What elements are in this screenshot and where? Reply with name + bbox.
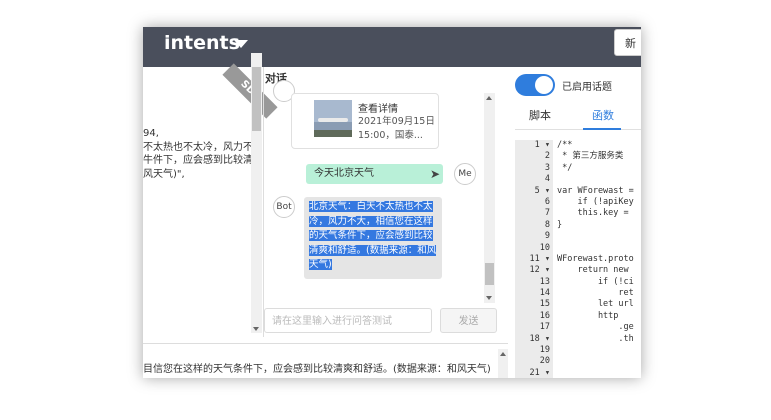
code-line: if (!ci (557, 276, 634, 287)
line-number: 12 ▾ (529, 265, 550, 276)
line-number: 19 (539, 345, 550, 356)
card-line: 15:00，国泰... (358, 130, 423, 141)
line-number: 2 (544, 151, 550, 162)
bot-message: 北京天气：白天不太热也不太冷，风力不大，相信您在这样的天气条件下，应会感到比较清… (304, 197, 442, 279)
card-line: 2021年09月15日 (358, 116, 435, 127)
line-number: 15 (539, 299, 550, 310)
code-line: } (557, 219, 563, 230)
tab-script[interactable]: 脚本 (529, 107, 551, 123)
code-line: this.key = (557, 208, 629, 219)
scroll-up-icon[interactable] (500, 352, 506, 356)
line-number-gutter: 1 ▾ 2 3 4 5 ▾ 6 7 8 9 10 11 ▾ 12 ▾ 13 14 15 16 17 18 ▾ 19 2… (515, 140, 553, 378)
code-line: http (557, 310, 619, 321)
left-line: 94, (143, 128, 159, 139)
line-number: 20 (539, 356, 550, 367)
code-line: let url (557, 299, 634, 310)
user-message: 今天北京天气 (306, 164, 443, 184)
result-card[interactable]: 查看详情 2021年09月15日 15:00，国泰... (291, 93, 439, 149)
send-arrow-icon: ➤ (430, 167, 441, 181)
line-number: 18 ▾ (529, 333, 550, 344)
bottom-scrollbar[interactable] (498, 349, 508, 378)
code-line: WForewast.proto (557, 253, 634, 264)
line-number: 11 ▾ (529, 253, 550, 264)
scroll-down-icon[interactable] (253, 327, 259, 331)
bot-avatar: Bot (273, 196, 295, 218)
line-number: 13 (539, 276, 550, 287)
line-number: 17 (539, 322, 550, 333)
line-number: 6 (544, 196, 550, 207)
line-number: 14 (539, 288, 550, 299)
scrollbar-thumb[interactable] (252, 67, 261, 131)
line-number: 9 (544, 231, 550, 242)
active-tab-indicator (583, 128, 621, 130)
code-line: var WForewast = (557, 185, 634, 196)
left-scrollbar[interactable] (251, 53, 262, 333)
line-number: 21 ▾ (529, 367, 550, 378)
bottom-text: 目信您在这样的天气条件下，应会感到比较清爽和舒适。(数据来源：和风天气) (143, 364, 491, 375)
tab-function[interactable]: 函数 (592, 107, 614, 123)
code-line: * 第三方服务类 (557, 151, 624, 162)
code-editor[interactable]: 1 ▾ 2 3 4 5 ▾ 6 7 8 9 10 11 ▾ 12 ▾ 13 14 15 16 17 18 ▾ 19 2… (515, 140, 641, 378)
left-line: 风天气)", (143, 168, 185, 180)
airplane-icon (318, 118, 348, 122)
send-button[interactable]: 发送 (440, 308, 497, 333)
left-line: 不太热也不太冷，风力不 (143, 141, 253, 153)
card-description: 2021年09月15日 15:00，国泰... (358, 115, 435, 143)
topic-toggle[interactable] (515, 74, 555, 96)
tab-divider (515, 129, 641, 130)
chat-input[interactable]: 请在这里输入进行问答测试 (264, 308, 432, 333)
chevron-down-icon[interactable] (234, 40, 248, 48)
line-number: 7 (544, 208, 550, 219)
divider (143, 343, 508, 344)
code-line: .th (557, 333, 634, 344)
scroll-up-icon[interactable] (486, 96, 492, 100)
user-avatar: Me (454, 163, 476, 185)
toggle-label: 已启用话题 (562, 82, 612, 93)
new-button[interactable]: 新 (614, 29, 641, 56)
scroll-down-icon[interactable] (486, 296, 492, 300)
left-line: 牛件下，应会感到比较清 (143, 155, 253, 166)
line-number: 1 ▾ (534, 140, 550, 150)
line-number: 3 (544, 162, 550, 173)
bot-reply-text: 北京天气：白天不太热也不太冷，风力不大，相信您在这样的天气条件下，应会感到比较清… (309, 201, 437, 270)
toggle-knob (535, 76, 553, 94)
code-content[interactable]: /** * 第三方服务类 */ var WForewast = if (!apiK… (557, 140, 641, 378)
code-line: ret (557, 288, 634, 299)
code-line: if (!apiKey (557, 196, 634, 207)
code-line: return new (557, 265, 629, 276)
code-line: */ (557, 162, 573, 173)
divider (263, 67, 264, 337)
scrollbar-thumb[interactable] (485, 263, 494, 285)
line-number: 4 (544, 174, 550, 185)
card-title[interactable]: 查看详情 (358, 100, 398, 115)
line-number: 8 (544, 219, 550, 230)
code-line: /** (557, 140, 573, 150)
line-number: 5 ▾ (534, 185, 550, 196)
card-image (314, 100, 352, 137)
code-line: .ge (557, 322, 634, 333)
line-number: 10 (539, 242, 550, 253)
app-title[interactable]: intents (164, 32, 240, 54)
top-header: intents 新 (143, 27, 641, 67)
line-number: 16 (539, 310, 550, 321)
left-panel: SDK 94, 不太热也不太冷，风力不 牛件下，应会感到比较清 风天气)", (143, 63, 278, 337)
left-panel-text: 94, 不太热也不太冷，风力不 牛件下，应会感到比较清 风天气)", (143, 127, 253, 181)
chat-scrollbar[interactable] (484, 93, 495, 303)
app-window: intents 新 SDK 94, 不太热也不太冷，风力不 牛件下，应会感到比较… (143, 27, 641, 378)
